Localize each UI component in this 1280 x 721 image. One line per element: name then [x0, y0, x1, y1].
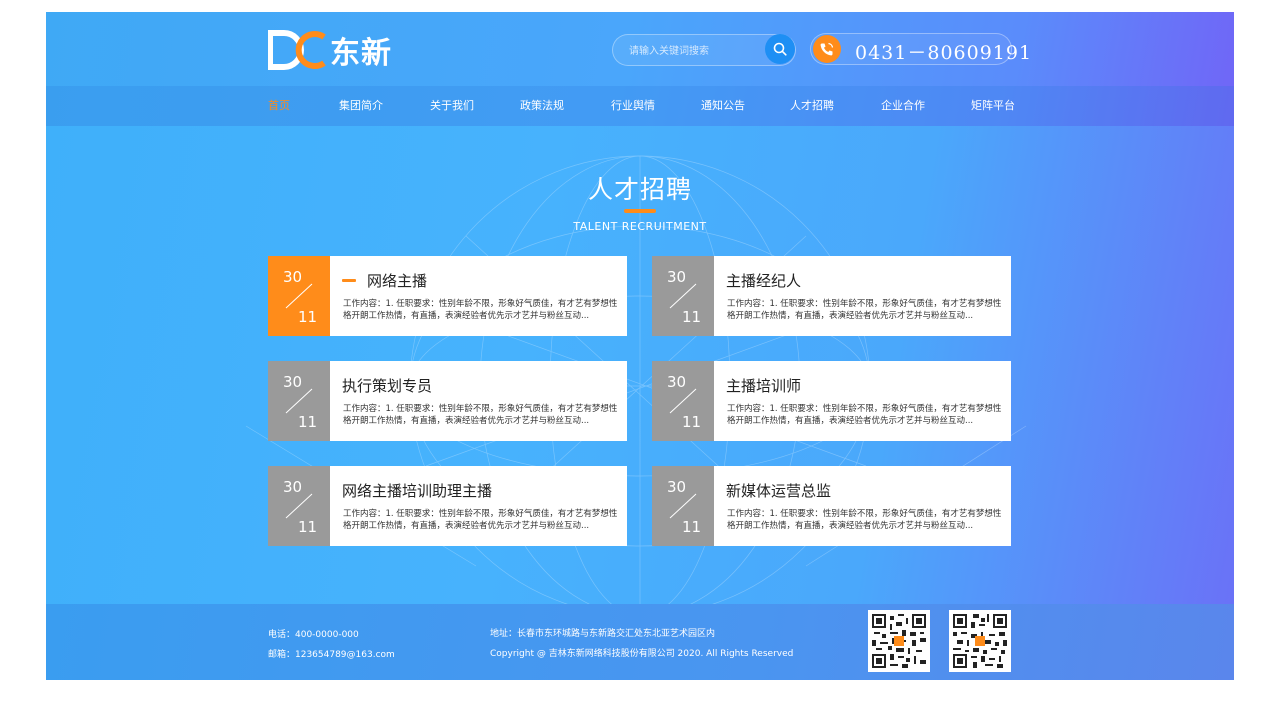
job-card[interactable]: 30 11 网络主播 工作内容：1. 任职要求：性别年龄不限，形象好气质佳，有才…: [268, 256, 627, 336]
job-title[interactable]: 网络主播: [342, 270, 427, 291]
nav-item-policy[interactable]: 政策法规: [520, 86, 564, 126]
job-description: 工作内容：1. 任职要求：性别年龄不限，形象好气质佳，有才艺有梦想性格开朗工作热…: [343, 404, 618, 426]
job-title[interactable]: 执行策划专员: [342, 375, 432, 396]
date-month: 11: [682, 308, 702, 326]
date-day: 30: [283, 478, 303, 496]
page-frame: 东新 0431－80609191 首页 集团简介 关于我们 政策法规 行业舆情 …: [46, 12, 1234, 680]
date-box: 30 11: [268, 361, 330, 441]
date-day: 30: [667, 478, 687, 496]
nav-item-partners[interactable]: 企业合作: [881, 86, 925, 126]
job-description: 工作内容：1. 任职要求：性别年龄不限，形象好气质佳，有才艺有梦想性格开朗工作热…: [343, 299, 618, 321]
section-title: 人才招聘: [587, 175, 692, 204]
nav-item-notices[interactable]: 通知公告: [701, 86, 745, 126]
nav-item-industry-news[interactable]: 行业舆情: [611, 86, 655, 126]
title-underline: [624, 209, 656, 213]
nav-item-group-intro[interactable]: 集团简介: [339, 86, 383, 126]
date-box: 30 11: [268, 256, 330, 336]
nav-item-about[interactable]: 关于我们: [430, 86, 474, 126]
footer-address: 地址：长春市东环城路与东新路交汇处东北亚艺术园区内: [490, 629, 716, 639]
footer-tel: 电话：400-0000-000: [268, 630, 359, 640]
nav-item-matrix[interactable]: 矩阵平台: [971, 86, 1015, 126]
job-description: 工作内容：1. 任职要求：性别年龄不限，形象好气质佳，有才艺有梦想性格开朗工作热…: [343, 509, 618, 531]
hotline: 0431－80609191: [810, 33, 1031, 65]
phone-number: 0431－80609191: [855, 42, 1033, 64]
date-day: 30: [667, 373, 687, 391]
footer: 电话：400-0000-000 邮箱：123654789@163.com 地址：…: [46, 604, 1234, 680]
job-card[interactable]: 30 11 主播培训师 工作内容：1. 任职要求：性别年龄不限，形象好气质佳，有…: [652, 361, 1011, 441]
job-description: 工作内容：1. 任职要求：性别年龄不限，形象好气质佳，有才艺有梦想性格开朗工作热…: [727, 509, 1002, 531]
search-input[interactable]: [627, 41, 761, 61]
job-card[interactable]: 30 11 执行策划专员 工作内容：1. 任职要求：性别年龄不限，形象好气质佳，…: [268, 361, 627, 441]
nav-item-home[interactable]: 首页: [268, 86, 290, 126]
job-title[interactable]: 网络主播培训助理主播: [342, 480, 492, 501]
job-title-text: 网络主播: [367, 272, 428, 290]
date-box: 30 11: [652, 256, 714, 336]
qr-code-icon: [949, 610, 1011, 672]
highlight-dash: [342, 279, 356, 282]
logo-mark-icon: [268, 30, 326, 70]
nav-item-careers[interactable]: 人才招聘: [790, 86, 834, 126]
job-title[interactable]: 主播培训师: [726, 375, 801, 396]
logo-text: 东新: [330, 36, 392, 71]
date-month: 11: [298, 518, 318, 536]
date-month: 11: [298, 413, 318, 431]
job-description: 工作内容：1. 任职要求：性别年龄不限，形象好气质佳，有才艺有梦想性格开朗工作热…: [727, 404, 1002, 426]
date-month: 11: [298, 308, 318, 326]
job-card[interactable]: 30 11 新媒体运营总监 工作内容：1. 任职要求：性别年龄不限，形象好气质佳…: [652, 466, 1011, 546]
job-card[interactable]: 30 11 网络主播培训助理主播 工作内容：1. 任职要求：性别年龄不限，形象好…: [268, 466, 627, 546]
job-card[interactable]: 30 11 主播经纪人 工作内容：1. 任职要求：性别年龄不限，形象好气质佳，有…: [652, 256, 1011, 336]
main-nav: 首页 集团简介 关于我们 政策法规 行业舆情 通知公告 人才招聘 企业合作 矩阵…: [46, 86, 1234, 126]
search-icon: [773, 42, 787, 56]
job-title[interactable]: 主播经纪人: [726, 270, 801, 291]
job-description: 工作内容：1. 任职要求：性别年龄不限，形象好气质佳，有才艺有梦想性格开朗工作热…: [727, 299, 1002, 321]
logo[interactable]: 东新: [268, 28, 392, 72]
phone-icon: [813, 35, 841, 63]
search-box: [612, 34, 796, 66]
date-box: 30 11: [652, 361, 714, 441]
date-day: 30: [667, 268, 687, 286]
date-day: 30: [283, 373, 303, 391]
qr-code-icon: [868, 610, 930, 672]
date-day: 30: [283, 268, 303, 286]
section-subtitle: TALENT RECRUITMENT: [573, 220, 707, 233]
footer-email: 邮箱：123654789@163.com: [268, 650, 395, 660]
search-button[interactable]: [765, 34, 795, 64]
date-month: 11: [682, 413, 702, 431]
job-title[interactable]: 新媒体运营总监: [726, 480, 831, 501]
date-box: 30 11: [268, 466, 330, 546]
date-month: 11: [682, 518, 702, 536]
footer-copyright: Copyright @ 吉林东新网络科技股份有限公司 2020. All Rig…: [490, 649, 794, 659]
date-box: 30 11: [652, 466, 714, 546]
